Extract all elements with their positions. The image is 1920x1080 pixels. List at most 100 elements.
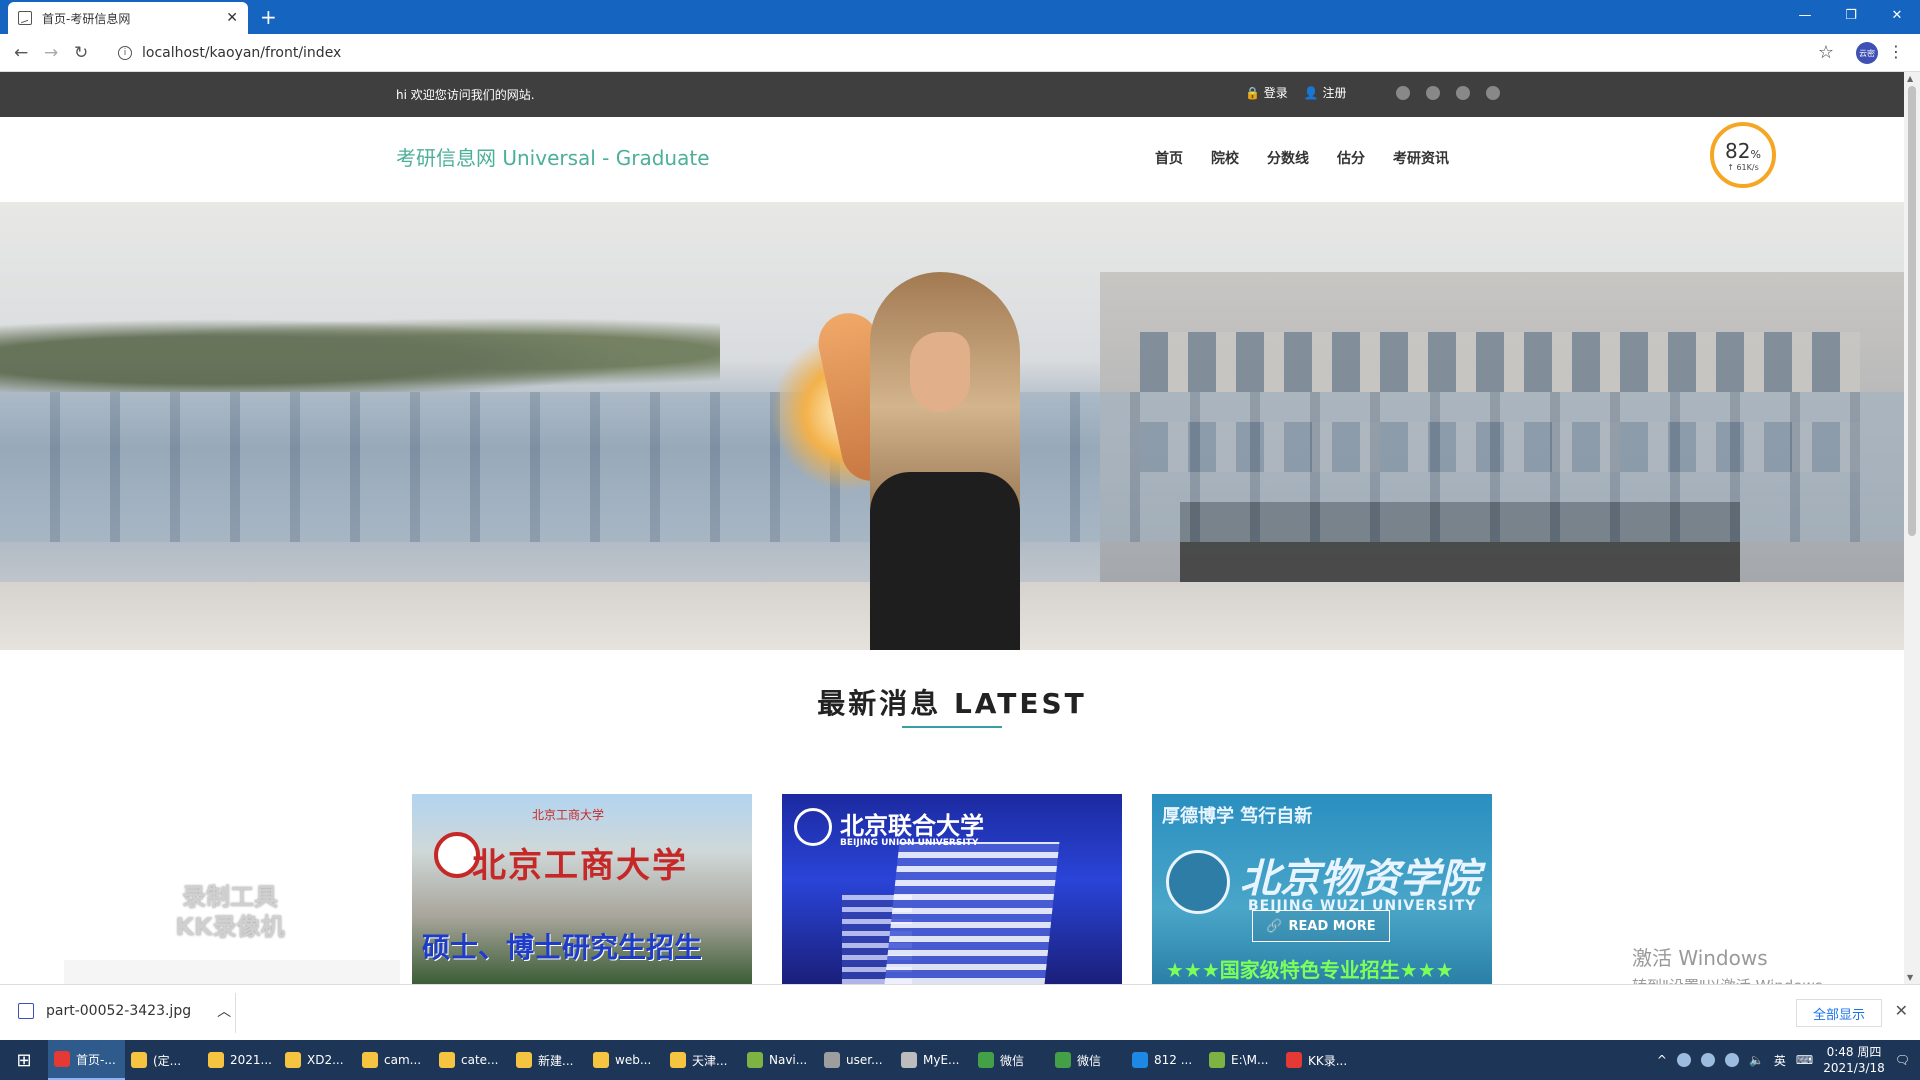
news-card-buu[interactable]: 北京联合大学 BEIJING UNION UNIVERSITY: [782, 794, 1122, 984]
taskbar-item-label: KK录...: [1308, 1053, 1348, 1068]
qq-icon[interactable]: [1396, 86, 1410, 100]
app-icon: [516, 1052, 532, 1068]
page-scrollbar[interactable]: ▲ ▼: [1904, 72, 1920, 984]
taskbar-item[interactable]: 微信: [1049, 1040, 1126, 1080]
main-nav: 首页 院校 分数线 估分 考研资讯: [1155, 148, 1449, 168]
link-icon: 🔗: [1266, 918, 1283, 934]
volume-icon[interactable]: 🔈: [1749, 1053, 1764, 1067]
taskbar-item[interactable]: user...: [818, 1040, 895, 1080]
taskbar-item-label: 2021...: [230, 1053, 272, 1067]
taskbar-item[interactable]: 2021...: [202, 1040, 279, 1080]
taskbar-item[interactable]: 首页-...: [48, 1040, 125, 1080]
taskbar-item-label: user...: [846, 1053, 883, 1067]
register-link[interactable]: 👤 注册: [1304, 84, 1347, 101]
latest-section-title: 最新消息 LATEST: [817, 687, 1087, 720]
taskbar-item-label: 微信: [1077, 1053, 1102, 1068]
tray-expand-icon[interactable]: ^: [1657, 1053, 1667, 1067]
taskbar-item[interactable]: cate...: [433, 1040, 510, 1080]
taskbar-item-label: Navi...: [769, 1053, 808, 1067]
info-icon[interactable]: i: [118, 46, 132, 60]
taskbar-item[interactable]: Navi...: [741, 1040, 818, 1080]
taskbar-item-label: 微信: [1000, 1053, 1025, 1068]
windows-taskbar: ⊞ 首页-... (定... 2021... XD2... cam... cate... 新…: [0, 1040, 1920, 1080]
news-card-bwu[interactable]: 厚德博学 笃行自新 北京物资学院 BEIJING WUZI UNIVERSITY…: [1152, 794, 1492, 984]
url-text: localhost/kaoyan/front/index: [142, 45, 342, 61]
app-icon: [1209, 1052, 1225, 1068]
nav-score-lines[interactable]: 分数线: [1267, 148, 1309, 168]
keyboard-icon[interactable]: ⌨: [1796, 1053, 1813, 1067]
taskbar-item[interactable]: E:\M...: [1203, 1040, 1280, 1080]
ime-indicator[interactable]: 英: [1774, 1052, 1786, 1069]
news-card-btbu[interactable]: 北京工商大学 北京工商大学 硕士、博士研究生招生: [412, 794, 752, 984]
scroll-down-icon[interactable]: ▼: [1907, 973, 1913, 982]
taskbar-item[interactable]: KK录...: [1280, 1040, 1357, 1080]
mail-icon[interactable]: [1486, 86, 1500, 100]
speed-rate: ↑ 61K/s: [1727, 162, 1759, 172]
taskbar-item[interactable]: (定...: [125, 1040, 202, 1080]
app-icon: [670, 1052, 686, 1068]
hero-banner: [0, 202, 1904, 650]
chevron-up-icon[interactable]: ︿: [217, 1001, 231, 1021]
university-emblem-icon: [794, 808, 832, 846]
app-icon: [593, 1052, 609, 1068]
app-icon: [1055, 1052, 1071, 1068]
scrollbar-thumb[interactable]: [1908, 86, 1916, 536]
window-controls: — ❐ ✕: [1782, 0, 1920, 34]
site-header: 考研信息网 Universal - Graduate 首页 院校 分数线 估分 …: [0, 117, 1904, 202]
recorder-watermark: 录制工具 KK录像机: [175, 883, 285, 941]
scroll-up-icon[interactable]: ▲: [1907, 74, 1913, 83]
system-clock[interactable]: 0:48 周四 2021/3/18: [1823, 1044, 1885, 1076]
site-logo[interactable]: 考研信息网 Universal - Graduate: [396, 142, 710, 171]
forward-icon[interactable]: →: [44, 43, 58, 63]
reload-icon[interactable]: ↻: [74, 43, 88, 63]
notification-icon[interactable]: 🗨: [1895, 1053, 1910, 1067]
tray-app-icon[interactable]: [1700, 1053, 1715, 1067]
url-field[interactable]: i localhost/kaoyan/front/index: [118, 40, 1818, 66]
taskbar-item[interactable]: XD2...: [279, 1040, 356, 1080]
tray-app-icon[interactable]: [1676, 1053, 1691, 1067]
taskbar-item[interactable]: cam...: [356, 1040, 433, 1080]
bookmark-star-icon[interactable]: ☆: [1818, 42, 1834, 63]
taskbar-item[interactable]: 新建...: [510, 1040, 587, 1080]
wechat-icon[interactable]: [1456, 86, 1470, 100]
show-all-button[interactable]: 全部显示: [1795, 999, 1882, 1027]
title-underline: [902, 726, 1002, 728]
download-item[interactable]: part-00052-3423.jpg ︿: [18, 1001, 231, 1021]
close-window-icon[interactable]: ✕: [1874, 0, 1920, 30]
nav-estimate[interactable]: 估分: [1337, 148, 1365, 168]
browser-tab[interactable]: 首页-考研信息网 ✕: [8, 2, 248, 34]
network-speed-widget[interactable]: 82% ↑ 61K/s: [1710, 122, 1776, 188]
network-icon[interactable]: [1724, 1053, 1739, 1067]
weibo-icon[interactable]: [1426, 86, 1440, 100]
nav-news[interactable]: 考研资讯: [1393, 148, 1449, 168]
app-icon: [1132, 1052, 1148, 1068]
read-more-button[interactable]: 🔗 READ MORE: [1252, 910, 1390, 942]
app-icon: [439, 1052, 455, 1068]
download-bar: part-00052-3423.jpg ︿ 全部显示 ✕: [0, 984, 1920, 1040]
taskbar-item[interactable]: web...: [587, 1040, 664, 1080]
close-tab-icon[interactable]: ✕: [226, 10, 238, 26]
social-links: [1396, 86, 1500, 100]
browser-menu-icon[interactable]: ⋮: [1888, 42, 1904, 61]
restore-icon[interactable]: ❐: [1828, 0, 1874, 30]
login-link[interactable]: 🔒 登录: [1245, 84, 1288, 101]
windows-start-icon[interactable]: ⊞: [0, 1040, 48, 1080]
nav-schools[interactable]: 院校: [1211, 148, 1239, 168]
taskbar-item[interactable]: 812 ...: [1126, 1040, 1203, 1080]
speed-percent: 82%: [1725, 138, 1761, 163]
back-icon[interactable]: ←: [14, 43, 28, 63]
minimize-icon[interactable]: —: [1782, 0, 1828, 30]
taskbar-item[interactable]: MyE...: [895, 1040, 972, 1080]
welcome-text: hi 欢迎您访问我们的网站.: [396, 88, 535, 102]
new-tab-button[interactable]: +: [260, 5, 277, 29]
address-bar: ← → ↻ i localhost/kaoyan/front/index ☆ 云…: [0, 34, 1920, 72]
taskbar-item[interactable]: 微信: [972, 1040, 1049, 1080]
taskbar-item-label: XD2...: [307, 1053, 344, 1067]
banner-person: [812, 272, 1070, 650]
close-download-bar-icon[interactable]: ✕: [1895, 1001, 1908, 1020]
taskbar-item[interactable]: 天津...: [664, 1040, 741, 1080]
nav-home[interactable]: 首页: [1155, 148, 1183, 168]
account-links: 🔒 登录 👤 注册: [1245, 84, 1347, 101]
profile-avatar[interactable]: 云密: [1856, 42, 1878, 64]
taskbar-items: 首页-... (定... 2021... XD2... cam... cate... 新建.…: [48, 1040, 1357, 1080]
